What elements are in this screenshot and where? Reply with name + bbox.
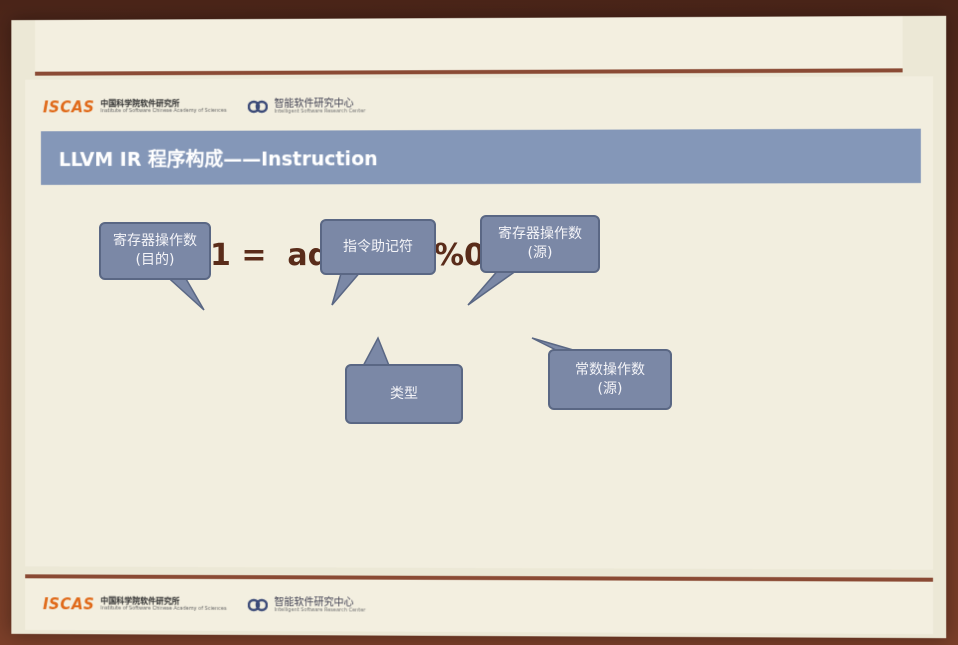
slide: ISCAS 中国科学院软件研究所 Institute of Software C…	[25, 76, 933, 569]
callout-dest-register: 寄存器操作数 (目的)	[99, 222, 211, 280]
callout-mnemonic: 指令助记符	[320, 219, 436, 275]
callout-dest-register-line2: (目的)	[101, 251, 209, 270]
isrc-name-en: Intelligent Software Research Center	[274, 109, 365, 115]
callout-const-operand-line2: (源)	[550, 380, 670, 399]
callout-src-register-line1: 寄存器操作数	[482, 225, 598, 244]
footer-iscas-name-en: Institute of Software Chinese Academy of…	[101, 606, 227, 612]
iscas-logo: ISCAS 中国科学院软件研究所 Institute of Software C…	[43, 98, 227, 117]
isrc-logo-icon	[248, 100, 268, 114]
callout-src-register: 寄存器操作数 (源)	[480, 215, 600, 273]
callout-const-operand: 常数操作数 (源)	[548, 349, 672, 410]
callout-const-operand-line1: 常数操作数	[550, 361, 670, 380]
callout-dest-register-line1: 寄存器操作数	[101, 232, 209, 251]
title-bar: LLVM IR 程序构成——Instruction	[41, 129, 921, 185]
callout-type-line1: 类型	[347, 385, 461, 404]
callout-mnemonic-line1: 指令助记符	[322, 238, 434, 257]
projection-screen: ISCAS 中国科学院软件研究所 Institute of Software C…	[11, 16, 946, 638]
footer-iscas-mark: ISCAS	[43, 595, 95, 613]
previous-slide-edge	[35, 16, 903, 76]
footer-isrc-name-en: Intelligent Software Research Center	[274, 608, 365, 614]
next-slide-edge: ISCAS 中国科学院软件研究所 Institute of Software C…	[25, 574, 933, 634]
footer-isrc-logo-icon	[248, 598, 268, 612]
header-logos: ISCAS 中国科学院软件研究所 Institute of Software C…	[43, 85, 640, 127]
callout-src-register-line2: (源)	[482, 244, 598, 263]
footer-isrc-logo: 智能软件研究中心 Intelligent Software Research C…	[248, 597, 365, 614]
slide-title: LLVM IR 程序构成——Instruction	[59, 144, 378, 172]
footer-logos: ISCAS 中国科学院软件研究所 Institute of Software C…	[43, 584, 640, 626]
callout-type: 类型	[345, 364, 463, 424]
iscas-mark: ISCAS	[43, 98, 95, 116]
isrc-logo: 智能软件研究中心 Intelligent Software Research C…	[248, 98, 365, 115]
iscas-name-en: Institute of Software Chinese Academy of…	[101, 108, 227, 114]
footer-iscas-logo: ISCAS 中国科学院软件研究所 Institute of Software C…	[43, 595, 227, 614]
